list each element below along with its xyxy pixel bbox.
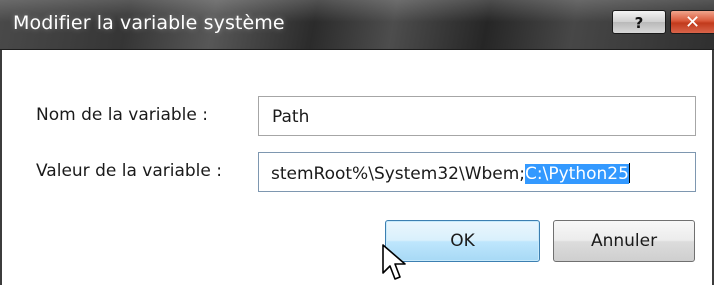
variable-name-label: Nom de la variable : — [36, 105, 208, 125]
help-button[interactable]: ? — [612, 10, 666, 34]
variable-name-input[interactable]: Path — [258, 96, 696, 136]
close-button[interactable]: ✕ — [670, 10, 714, 34]
title-bar[interactable]: Modifier la variable système ? ✕ — [0, 0, 714, 50]
window-title: Modifier la variable système — [13, 12, 285, 34]
variable-value-selection: C:\Python25 — [525, 164, 629, 184]
variable-value-input[interactable]: stemRoot%\System32\Wbem;C:\Python25 — [258, 152, 696, 192]
variable-value-text: stemRoot%\System32\Wbem;C:\Python25 — [271, 163, 630, 184]
variable-name-value: Path — [272, 107, 310, 127]
help-icon: ? — [634, 14, 644, 32]
cancel-button[interactable]: Annuler — [553, 220, 695, 262]
variable-value-unselected: stemRoot%\System32\Wbem; — [271, 164, 526, 184]
variable-value-label: Valeur de la variable : — [36, 161, 222, 181]
mouse-pointer-icon — [382, 244, 406, 280]
close-icon: ✕ — [684, 12, 701, 33]
text-caret — [628, 163, 630, 183]
